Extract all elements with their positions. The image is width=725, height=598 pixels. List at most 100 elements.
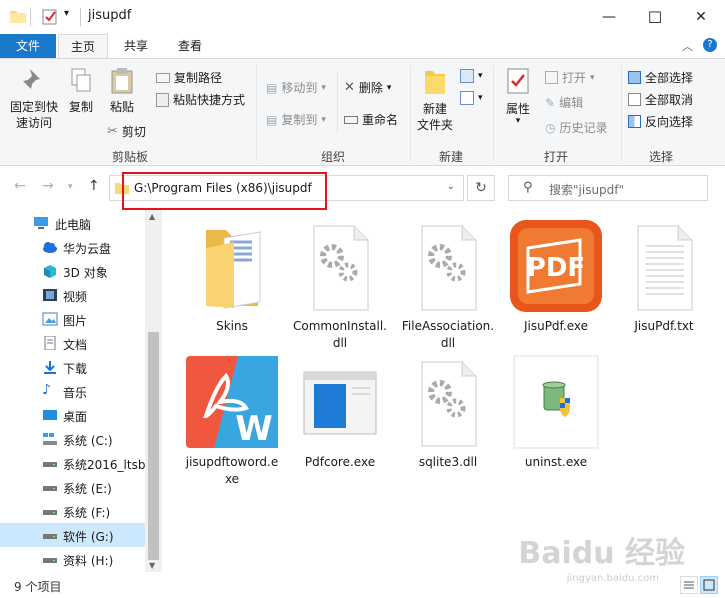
nav-label: 音乐 bbox=[63, 386, 88, 400]
search-input[interactable]: ⚲ 搜索"jisupdf" bbox=[508, 175, 708, 201]
move-to-button[interactable]: ▤ 移动到 ▾ bbox=[266, 79, 326, 96]
invert-selection-button[interactable]: 反向选择 bbox=[628, 113, 693, 130]
chevron-up-icon[interactable]: ︿ bbox=[682, 38, 693, 54]
delete-button[interactable]: ✕ 删除 ▾ bbox=[344, 79, 391, 96]
chevron-down-icon[interactable]: ⌄ bbox=[447, 181, 455, 192]
paste-label: 粘贴 bbox=[109, 100, 134, 114]
nav-item-drive-h[interactable]: 资料 (H:) bbox=[0, 547, 145, 571]
nav-item-pictures[interactable]: 图片 bbox=[0, 307, 145, 331]
maximize-button[interactable]: ☐ bbox=[632, 0, 678, 34]
back-arrow-icon[interactable]: ← bbox=[14, 178, 26, 194]
file-item[interactable]: Pdfcore.exe bbox=[285, 354, 395, 471]
nav-item-music[interactable]: ♪ 音乐 bbox=[0, 379, 145, 403]
history-button[interactable]: ◷ 历史记录 bbox=[545, 119, 608, 136]
chevron-down-icon: ▾ bbox=[478, 93, 483, 103]
copy-label: 复制 bbox=[68, 100, 93, 114]
properties-button[interactable]: 属性 ▾ bbox=[500, 67, 536, 126]
nav-item-desktop[interactable]: 桌面 bbox=[0, 403, 145, 427]
nav-item-drive-system2016[interactable]: 系统2016_ltsb bbox=[0, 451, 145, 475]
folder-icon bbox=[184, 218, 280, 314]
nav-scrollbar[interactable]: ▲ ▼ bbox=[145, 210, 162, 572]
svg-text:PDF: PDF bbox=[527, 253, 585, 283]
rename-button[interactable]: 重命名 bbox=[344, 111, 398, 128]
cut-label: 剪切 bbox=[121, 125, 146, 139]
scroll-up-icon[interactable]: ▲ bbox=[149, 212, 155, 221]
select-none-button[interactable]: 全部取消 bbox=[628, 91, 693, 108]
nav-item-drive-g[interactable]: 软件 (G:) bbox=[0, 523, 145, 547]
tab-file[interactable]: 文件 bbox=[0, 34, 56, 58]
nav-item-drive-c[interactable]: 系统 (C:) bbox=[0, 427, 145, 451]
minimize-button[interactable]: — bbox=[586, 0, 632, 34]
copy-path-button[interactable]: 复制路径 bbox=[156, 69, 222, 86]
cut-button[interactable]: ✂ 剪切 bbox=[107, 123, 146, 140]
help-icon[interactable]: ? bbox=[703, 38, 717, 52]
file-item[interactable]: PDF JisuPdf.exe bbox=[501, 218, 611, 335]
quick-access-dropdown-icon[interactable]: ▾ bbox=[64, 8, 69, 19]
picture-icon bbox=[42, 312, 58, 326]
open-button[interactable]: 打开 ▾ bbox=[545, 69, 595, 86]
refresh-button[interactable]: ↻ bbox=[467, 175, 495, 201]
paste-button[interactable]: 粘贴 bbox=[104, 67, 140, 115]
pin-quick-access-button[interactable]: 固定到快 速访问 bbox=[6, 67, 62, 131]
nav-item-videos[interactable]: 视频 bbox=[0, 283, 145, 307]
file-item[interactable]: sqlite3.dll bbox=[393, 354, 503, 471]
copy-path-icon bbox=[156, 72, 170, 83]
dll-gear-icon bbox=[400, 218, 496, 314]
nav-item-drive-f[interactable]: 系统 (F:) bbox=[0, 499, 145, 523]
document-icon bbox=[42, 335, 58, 351]
tab-share[interactable]: 共享 bbox=[112, 34, 160, 58]
nav-item-this-pc[interactable]: 此电脑 bbox=[0, 211, 145, 235]
text-file-icon bbox=[616, 218, 712, 314]
nav-label: 图片 bbox=[63, 314, 88, 328]
file-name-line1: jisupdftoword.e bbox=[185, 455, 279, 469]
nav-item-huawei-cloud[interactable]: 华为云盘 bbox=[0, 235, 145, 259]
rename-label: 重命名 bbox=[362, 113, 399, 127]
invert-selection-icon bbox=[628, 115, 641, 128]
file-item[interactable]: Skins bbox=[177, 218, 287, 335]
file-name-line1: CommonInstall. bbox=[293, 319, 387, 333]
new-folder-button[interactable]: 新建 文件夹 bbox=[414, 67, 456, 133]
pin-label-line1: 固定到快 bbox=[9, 100, 58, 114]
file-item[interactable]: CommonInstall. dll bbox=[285, 218, 395, 352]
close-button[interactable]: ✕ bbox=[678, 0, 724, 34]
file-item[interactable]: JisuPdf.txt bbox=[609, 218, 719, 335]
file-item[interactable]: FileAssociation. dll bbox=[393, 218, 503, 352]
file-name: JisuPdf.txt bbox=[634, 319, 694, 333]
nav-scrollbar-thumb[interactable] bbox=[148, 332, 159, 560]
select-all-label: 全部选择 bbox=[645, 71, 694, 85]
nav-item-3d-objects[interactable]: 3D 对象 bbox=[0, 259, 145, 283]
paste-shortcut-button[interactable]: 粘贴快捷方式 bbox=[156, 91, 245, 108]
easy-access-button[interactable]: ▾ bbox=[460, 91, 483, 105]
nav-label: 资料 (H:) bbox=[63, 554, 114, 568]
edit-button[interactable]: ✎ 编辑 bbox=[545, 94, 583, 111]
nav-item-documents[interactable]: 文档 bbox=[0, 331, 145, 355]
new-item-button[interactable]: ▾ bbox=[460, 69, 483, 83]
recent-locations-icon[interactable]: ▾ bbox=[68, 182, 73, 192]
file-item[interactable]: W jisupdftoword.e xe bbox=[177, 354, 287, 488]
file-item[interactable]: uninst.exe bbox=[501, 354, 611, 471]
large-icons-view-button[interactable] bbox=[700, 576, 718, 594]
nav-item-downloads[interactable]: 下载 bbox=[0, 355, 145, 379]
scroll-down-icon[interactable]: ▼ bbox=[149, 561, 155, 570]
tab-view[interactable]: 查看 bbox=[165, 34, 215, 58]
music-icon: ♪ bbox=[42, 382, 51, 398]
file-name: Pdfcore.exe bbox=[304, 455, 376, 469]
copy-button[interactable]: 复制 bbox=[64, 67, 98, 115]
rename-icon bbox=[344, 115, 358, 124]
desktop-icon bbox=[42, 408, 58, 422]
ribbon-tabs: 文件 主页 共享 查看 ︿ ? bbox=[0, 34, 725, 59]
tab-home[interactable]: 主页 bbox=[58, 34, 108, 59]
nav-item-drive-e[interactable]: 系统 (E:) bbox=[0, 475, 145, 499]
forward-arrow-icon[interactable]: → bbox=[42, 178, 54, 194]
properties-quick-icon[interactable] bbox=[42, 9, 58, 25]
address-row: ← → ▾ ↑ G:\Program Files (x86)\jisupdf ⌄… bbox=[0, 166, 725, 210]
scissors-icon: ✂ bbox=[107, 124, 118, 139]
copy-to-label: 复制到 bbox=[281, 113, 318, 127]
details-view-button[interactable] bbox=[680, 576, 698, 594]
ribbon: 固定到快 速访问 复制 粘贴 复制路径 粘贴快捷方式 ✂ 剪切 剪贴板 ▤ 移动… bbox=[0, 58, 725, 166]
select-all-button[interactable]: 全部选择 bbox=[628, 69, 693, 86]
up-arrow-icon[interactable]: ↑ bbox=[88, 178, 100, 194]
drive-icon bbox=[42, 456, 58, 470]
svg-text:W: W bbox=[235, 409, 273, 449]
copy-to-button[interactable]: ▤ 复制到 ▾ bbox=[266, 111, 326, 128]
